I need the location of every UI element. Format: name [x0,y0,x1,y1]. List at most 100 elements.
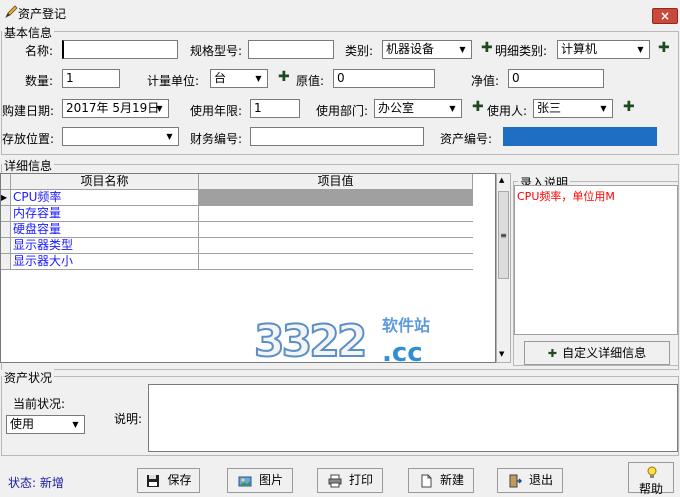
chevron-down-icon: ▼ [637,45,644,54]
new-label: 新建 [439,473,464,487]
save-button[interactable]: 保存 [137,468,200,493]
add-unit-icon[interactable]: ✚ [278,69,290,85]
table-row[interactable]: 内存容量 [1,206,473,222]
finance-number-input[interactable] [250,127,424,146]
service-life-input[interactable]: 1 [250,99,300,118]
quantity-label: 数量: [25,74,54,88]
subcategory-label: 明细类别: [495,44,548,58]
original-value-input[interactable]: 0 [333,69,435,88]
watermark-logo: 3322 .cc 软件站 [253,310,454,382]
purchase-date-picker[interactable]: 2017年 5月19日 ▼ [62,99,169,118]
new-document-icon [421,474,432,487]
asset-number-field[interactable] [503,127,657,146]
row-indicator [1,222,11,238]
row-indicator-icon: ▶ [1,190,11,206]
asset-number-label: 资产编号: [440,132,493,146]
subcategory-value: 计算机 [561,42,598,56]
chevron-down-icon: ▼ [255,74,262,83]
purchase-date-label: 购建日期: [2,104,55,118]
net-value-input[interactable]: 0 [508,69,604,88]
picture-icon [238,476,252,486]
name-input[interactable] [62,40,178,59]
item-name[interactable]: 内存容量 [11,206,199,222]
department-select[interactable]: 办公室 ▼ [374,99,462,118]
spec-input[interactable] [248,40,334,59]
scroll-down-icon[interactable]: ▼ [499,350,504,358]
item-value[interactable] [199,254,473,270]
new-button[interactable]: 新建 [408,468,474,493]
watermark-site: 软件站 [382,316,431,335]
user-select[interactable]: 张三 ▼ [533,99,613,118]
category-select[interactable]: 机器设备 ▼ [382,40,472,59]
finance-number-label: 财务编号: [190,132,243,146]
watermark-domain: .cc [382,338,423,368]
detail-info-label: 详细信息 [2,157,55,174]
item-value[interactable] [199,206,473,222]
location-label: 存放位置: [2,132,55,146]
chevron-down-icon: ▼ [449,104,456,113]
category-label: 类别: [345,44,374,58]
exit-button[interactable]: 退出 [497,468,563,493]
current-status-label: 当前状况: [13,397,66,411]
table-row[interactable]: ▶ CPU频率 [1,190,473,206]
close-button[interactable]: × [652,8,678,24]
current-status-select[interactable]: 使用 ▼ [6,415,85,434]
watermark-number: 3322 [253,315,368,368]
picture-button[interactable]: 图片 [227,468,293,493]
location-select[interactable]: ▼ [62,127,179,146]
plus-icon: ✚ [547,347,558,360]
row-indicator [1,254,11,270]
table-row[interactable]: 显示器大小 [1,254,473,270]
lightbulb-icon [647,466,657,478]
scroll-thumb[interactable]: ≡ [498,191,509,279]
item-name[interactable]: 显示器大小 [11,254,199,270]
item-name[interactable]: 显示器类型 [11,238,199,254]
column-header-value[interactable]: 项目值 [199,174,473,190]
add-department-icon[interactable]: ✚ [472,99,484,115]
item-name[interactable]: CPU频率 [11,190,199,206]
unit-label: 计量单位: [147,74,200,88]
spec-label: 规格型号: [190,44,243,58]
net-value-label: 净值: [471,74,500,88]
item-name[interactable]: 硬盘容量 [11,222,199,238]
add-subcategory-icon[interactable]: ✚ [658,40,670,56]
exit-label: 退出 [528,473,553,487]
input-notes-text: CPU频率，单位用M [517,190,615,203]
help-button[interactable]: 帮助 [628,462,674,496]
subcategory-select[interactable]: 计算机 ▼ [557,40,650,59]
row-indicator [1,206,11,222]
quantity-input[interactable]: 1 [62,69,120,88]
custom-details-button[interactable]: ✚ 自定义详细信息 [524,341,670,365]
pen-icon [5,5,18,18]
chevron-down-icon: ▼ [72,420,79,429]
scroll-up-icon[interactable]: ▲ [499,176,504,184]
custom-details-label: 自定义详细信息 [562,346,647,360]
row-indicator [1,238,11,254]
item-value[interactable] [199,222,473,238]
print-button[interactable]: 打印 [317,468,383,493]
grid-scrollbar[interactable]: ▲ ≡ ▼ [496,173,511,363]
department-value: 办公室 [378,101,415,115]
print-label: 打印 [348,473,373,487]
department-label: 使用部门: [316,104,369,118]
table-row[interactable]: 硬盘容量 [1,222,473,238]
unit-select[interactable]: 台 ▼ [210,69,268,88]
status-text: 状态: 新增 [8,476,64,490]
add-user-icon[interactable]: ✚ [623,99,635,115]
chevron-down-icon: ▼ [166,132,173,141]
help-label: 帮助 [639,482,664,496]
item-value[interactable] [199,190,473,206]
item-value[interactable] [199,238,473,254]
asset-status-label: 资产状况 [2,369,55,386]
add-category-icon[interactable]: ✚ [481,40,493,56]
description-textarea[interactable] [148,384,678,452]
window-title: 资产登记 [18,7,67,21]
user-value: 张三 [537,101,562,115]
service-life-label: 使用年限: [190,104,243,118]
table-row[interactable]: 显示器类型 [1,238,473,254]
input-notes-box: CPU频率，单位用M [514,185,678,335]
column-header-name[interactable]: 项目名称 [11,174,199,190]
current-status-value: 使用 [10,417,35,431]
chevron-down-icon: ▼ [600,104,607,113]
category-value: 机器设备 [386,42,435,56]
